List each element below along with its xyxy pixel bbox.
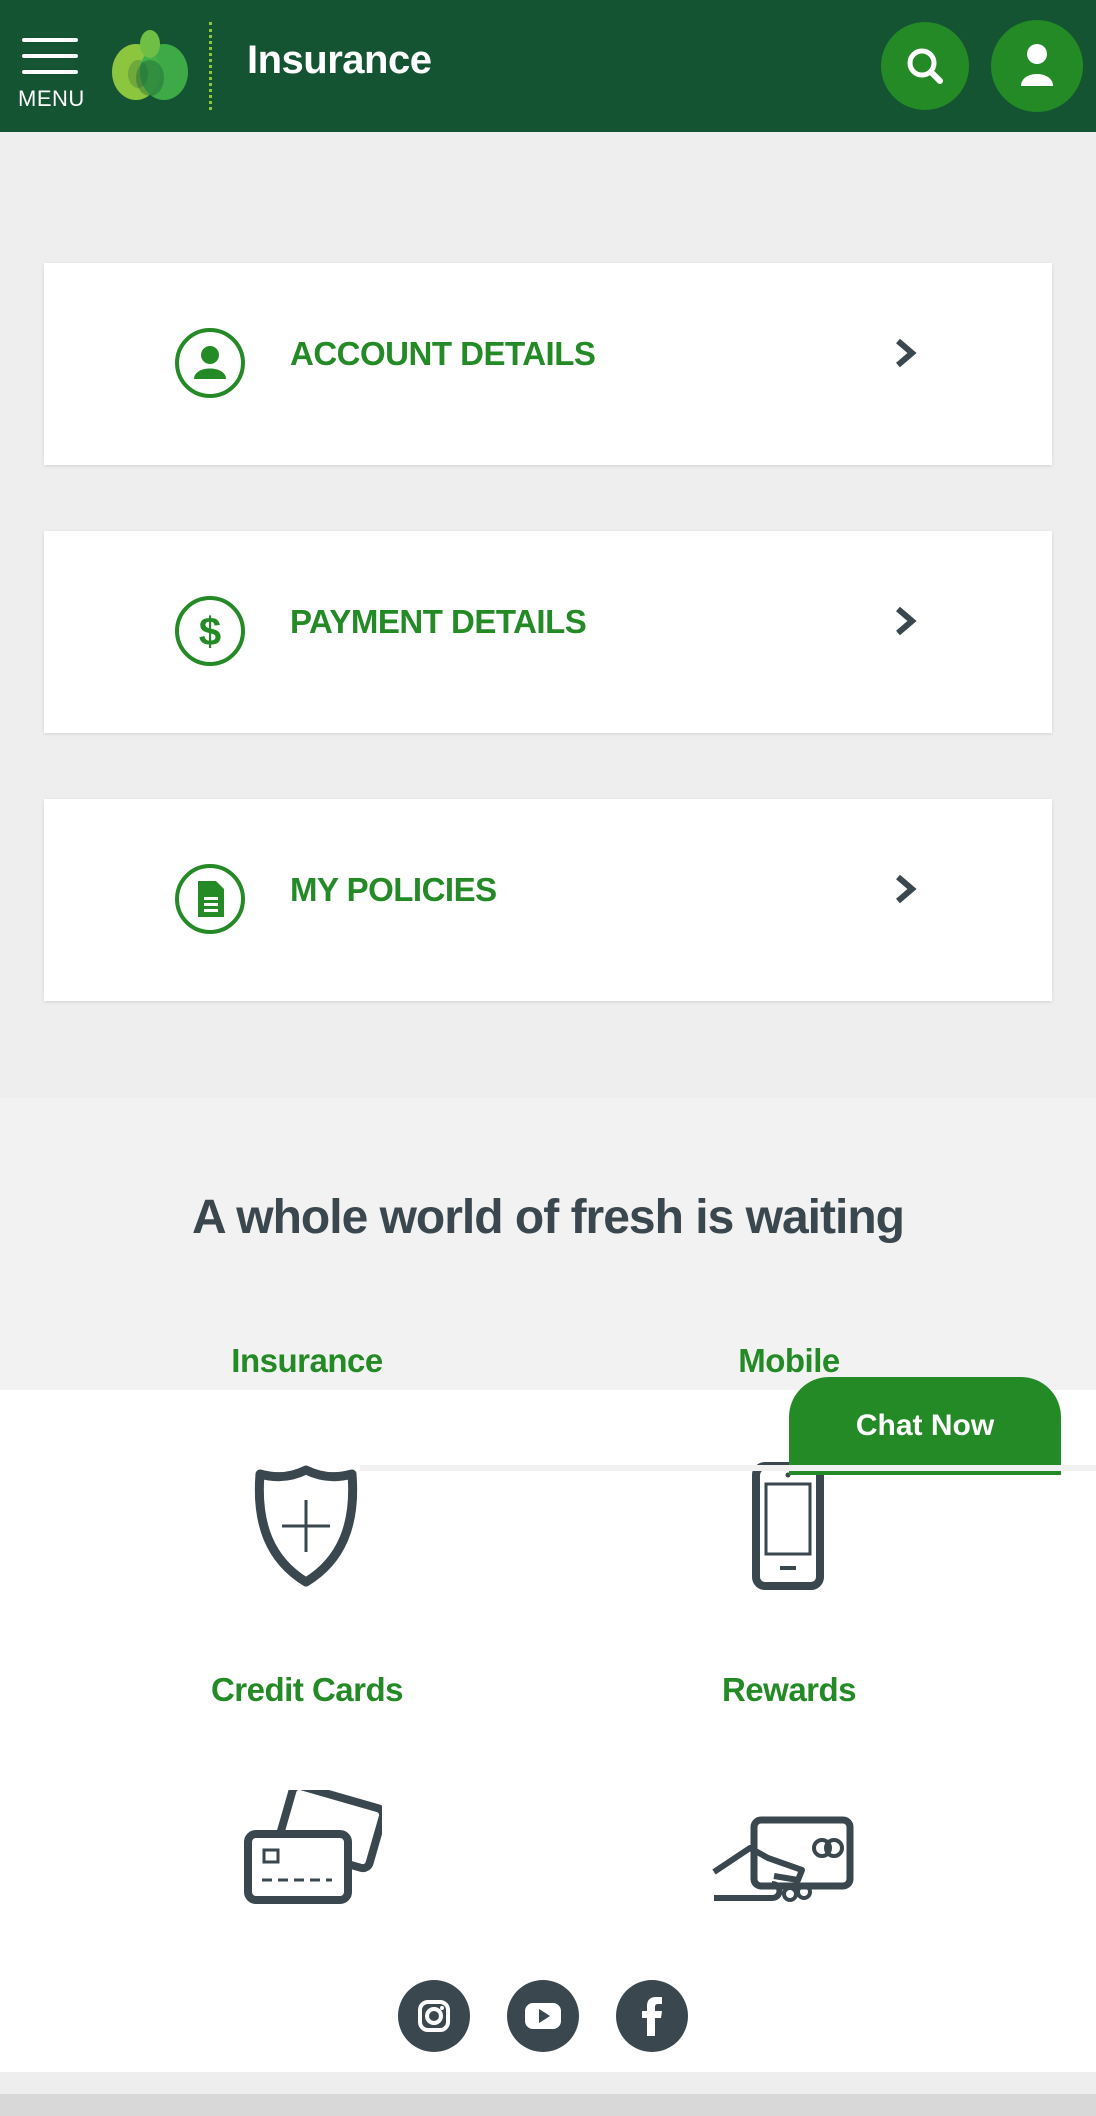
footer-strip [0,2094,1096,2116]
hamburger-icon [22,38,78,42]
chevron-right-icon [896,874,917,904]
account-details-label: ACCOUNT DETAILS [290,335,596,372]
dollar-icon: $ [175,596,245,666]
account-button[interactable] [991,20,1083,112]
facebook-button[interactable] [616,1980,688,2052]
hamburger-icon-line [22,54,78,58]
payment-details-card[interactable]: $ PAYMENT DETAILS [44,531,1052,733]
svg-text:$: $ [199,610,221,654]
instagram-icon [418,2000,450,2032]
service-insurance-label[interactable]: Insurance [107,1342,507,1380]
chat-now-button[interactable]: Chat Now [789,1377,1061,1475]
search-button[interactable] [881,22,969,110]
menu-button[interactable]: MENU [14,34,84,114]
brand-title: Insurance [247,38,432,82]
service-mobile-label[interactable]: Mobile [589,1342,989,1380]
services-panel [0,1390,1096,2072]
phone-icon[interactable] [752,1462,824,1590]
shield-icon[interactable] [252,1464,360,1588]
hamburger-icon-line [22,70,78,74]
menu-label: MENU [18,86,85,111]
payment-details-label: PAYMENT DETAILS [290,603,587,640]
promo-headline: A whole world of fresh is waiting [192,1191,905,1244]
rewards-card-icon[interactable] [710,1814,858,1906]
youtube-icon [525,2003,561,2029]
youtube-button[interactable] [507,1980,579,2052]
credit-cards-icon[interactable] [242,1790,382,1912]
service-rewards-label[interactable]: Rewards [589,1671,989,1709]
person-icon [175,328,245,398]
my-policies-label: MY POLICIES [290,871,497,908]
woolworths-logo-icon[interactable] [108,26,194,106]
chevron-right-icon [896,606,917,636]
user-icon [1021,44,1053,86]
logo-divider [209,22,213,110]
facebook-icon [642,1997,662,2036]
chat-shadow-divider [360,1465,1096,1471]
chevron-right-icon [896,338,917,368]
account-details-card[interactable]: ACCOUNT DETAILS [44,263,1052,465]
instagram-button[interactable] [398,1980,470,2052]
service-credit-cards-label[interactable]: Credit Cards [107,1671,507,1709]
search-icon [907,48,943,84]
my-policies-card[interactable]: MY POLICIES [44,799,1052,1001]
document-icon [175,864,245,934]
top-navigation-bar: MENU Insurance [0,0,1096,132]
